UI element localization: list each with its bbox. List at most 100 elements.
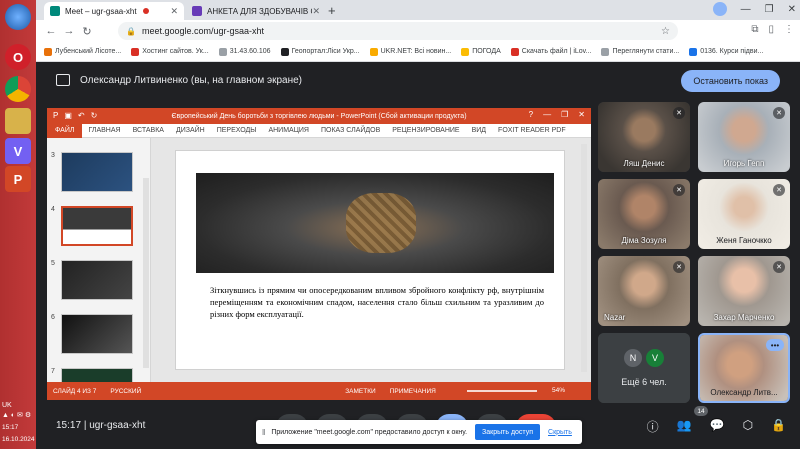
ribbon-tab-home[interactable]: ГЛАВНАЯ	[82, 127, 126, 134]
more-participants-tile[interactable]: N V Ещё 6 чел.	[598, 333, 690, 403]
lock-icon[interactable]: 🔒	[126, 27, 136, 36]
people-icon[interactable]: 👥	[677, 418, 692, 435]
ribbon-tab-animation[interactable]: АНИМАЦИЯ	[262, 127, 315, 134]
file-explorer-icon[interactable]	[5, 108, 31, 134]
clock-time[interactable]: 15:17	[2, 423, 36, 433]
mic-off-icon: ✕	[673, 184, 685, 196]
more-options-icon[interactable]: •••	[766, 339, 784, 351]
stop-sharing-button[interactable]: Закрыть доступ	[475, 424, 541, 440]
slide-body-text[interactable]: Зіткнувшись із прямим чи опосередкованим…	[210, 284, 544, 320]
slide-thumbnail[interactable]	[61, 260, 133, 300]
slide-thumbnail[interactable]	[61, 314, 133, 354]
sidebar-icon[interactable]: ▯	[768, 24, 774, 35]
participant-name: Ляш Денис	[623, 159, 665, 168]
slide-editing-area: Зіткнувшись із прямим чи опосередкованим…	[151, 138, 591, 382]
chrome-icon[interactable]	[5, 76, 31, 102]
shared-powerpoint-window: P ▣ ↶ ↻ Європейський День боротьби з тор…	[47, 108, 591, 400]
thumbnails-scrollbar[interactable]	[143, 178, 149, 368]
info-icon[interactable]: ⓘ	[647, 418, 659, 435]
close-window-icon[interactable]: ✕	[788, 4, 796, 15]
notes-button[interactable]: ЗАМЕТКИ	[345, 388, 375, 395]
ribbon-tabs: ФАЙЛ ГЛАВНАЯ ВСТАВКА ДИЗАЙН ПЕРЕХОДЫ АНИ…	[47, 123, 591, 138]
language-status[interactable]: РУССКИЙ	[110, 388, 141, 395]
participant-tile[interactable]: ✕ Діма Зозуля	[598, 179, 690, 249]
bookmark-item[interactable]: Скачать файл | iLov...	[510, 47, 591, 56]
save-icon[interactable]: ▣	[64, 111, 72, 120]
bookmark-item[interactable]: 0136. Курси підви...	[689, 47, 763, 56]
participant-tile[interactable]: ✕ Захар Марченко	[698, 256, 790, 326]
ribbon-tab-file[interactable]: ФАЙЛ	[47, 123, 83, 138]
minimize-icon[interactable]: —	[543, 110, 551, 119]
bookmark-item[interactable]: 31.43.60.106	[218, 47, 271, 56]
meeting-info: 15:17 | ugr-gsaa-xht	[56, 420, 146, 431]
ribbon-tab-insert[interactable]: ВСТАВКА	[127, 127, 170, 134]
bookmark-item[interactable]: Лубенський Лісоте...	[44, 47, 121, 56]
self-tile[interactable]: ••• Олександр Литв...	[698, 333, 790, 403]
slide-number: 4	[51, 206, 55, 213]
ribbon-tab-design[interactable]: ДИЗАЙН	[170, 127, 211, 134]
new-tab-icon[interactable]: +	[328, 3, 336, 18]
comments-button[interactable]: ПРИМЕЧАНИЯ	[390, 388, 436, 395]
participant-tile[interactable]: ✕ Ляш Денис	[598, 102, 690, 172]
mic-off-icon: ✕	[673, 107, 685, 119]
ribbon-tab-slideshow[interactable]: ПОКАЗ СЛАЙДОВ	[315, 127, 386, 134]
close-tab-icon[interactable]: ✕	[312, 6, 320, 17]
powerpoint-titlebar: P ▣ ↶ ↻ Європейський День боротьби з тор…	[47, 108, 591, 124]
maximize-icon[interactable]: ❐	[765, 4, 774, 15]
help-icon[interactable]: ?	[529, 110, 533, 119]
slide-thumbnail[interactable]	[61, 152, 133, 192]
stop-presenting-button[interactable]: Остановить показ	[681, 70, 780, 92]
tab-form[interactable]: АНКЕТА ДЛЯ ЗДОБУВАЧІВ ОСВІ ✕	[186, 2, 326, 20]
clock-date[interactable]: 16.10.2024	[2, 435, 36, 445]
slide-image-bound-hands[interactable]	[196, 173, 554, 273]
bookmark-item[interactable]: Хостинг сайтов. Ук...	[131, 47, 209, 56]
menu-icon[interactable]: ⋮	[784, 24, 794, 35]
profile-avatar[interactable]	[712, 2, 727, 16]
close-icon[interactable]: ✕	[578, 110, 585, 119]
host-controls-icon[interactable]: 🔒	[771, 418, 786, 435]
activities-icon[interactable]: ⬡	[743, 418, 753, 435]
slide-number: 5	[51, 260, 55, 267]
start-button[interactable]	[5, 4, 31, 30]
bookmark-item[interactable]: Переглянути стати...	[601, 47, 679, 56]
current-slide[interactable]: Зіткнувшись із прямим чи опосередкованим…	[175, 150, 565, 370]
slide-scrollbar[interactable]	[581, 144, 587, 372]
redo-icon[interactable]: ↻	[91, 111, 98, 120]
ribbon-tab-transitions[interactable]: ПЕРЕХОДЫ	[211, 127, 263, 134]
meeting-time: 15:17	[56, 420, 82, 431]
bookmark-item[interactable]: Геопортал:Ліси Укр...	[280, 47, 360, 56]
participant-tile[interactable]: ✕ Игорь Гепп	[698, 102, 790, 172]
maximize-icon[interactable]: ❐	[561, 110, 568, 119]
ribbon-tab-foxit[interactable]: FOXIT READER PDF	[492, 127, 572, 134]
opera-icon[interactable]: O	[5, 44, 31, 70]
mic-off-icon: ✕	[673, 261, 685, 273]
back-icon[interactable]: ←	[42, 25, 60, 37]
slide-thumbnail[interactable]	[61, 368, 133, 382]
forward-icon[interactable]: →	[60, 25, 78, 37]
tab-meet[interactable]: Meet – ugr-gsaa-xht ✕	[44, 2, 184, 20]
bookmark-item[interactable]: UKR.NET: Всі новин...	[369, 47, 451, 56]
hide-notification-link[interactable]: Скрыть	[548, 429, 572, 436]
bookmarks-bar: Лубенський Лісоте... Хостинг сайтов. Ук.…	[36, 42, 800, 62]
bookmark-item[interactable]: ПОГОДА	[461, 47, 501, 56]
close-tab-icon[interactable]: ✕	[170, 6, 178, 17]
address-bar[interactable]: 🔒 meet.google.com/ugr-gsaa-xht ☆	[118, 22, 678, 40]
minimize-icon[interactable]: —	[741, 4, 751, 15]
slide-thumbnail-selected[interactable]	[61, 206, 133, 246]
language-indicator[interactable]: UK	[2, 401, 36, 411]
extensions-icon[interactable]: ⧉	[751, 24, 758, 35]
powerpoint-icon[interactable]: P	[5, 166, 31, 192]
undo-icon[interactable]: ↶	[78, 111, 85, 120]
chat-icon[interactable]: 💬	[710, 418, 725, 435]
quick-access-toolbar: P ▣ ↶ ↻	[53, 111, 97, 120]
tab-title: Meet – ugr-gsaa-xht	[65, 6, 137, 16]
bookmark-star-icon[interactable]: ☆	[661, 26, 670, 37]
reload-icon[interactable]: ↻	[78, 25, 96, 38]
participant-tile[interactable]: ✕ Nazar	[598, 256, 690, 326]
zoom-slider[interactable]	[467, 390, 537, 392]
zoom-level[interactable]: 54%	[552, 387, 565, 394]
participant-tile[interactable]: ✕ Женя Ганочкко	[698, 179, 790, 249]
ribbon-tab-review[interactable]: РЕЦЕНЗИРОВАНИЕ	[386, 127, 465, 134]
ribbon-tab-view[interactable]: ВИД	[466, 127, 492, 134]
viber-icon[interactable]: V	[5, 138, 31, 164]
